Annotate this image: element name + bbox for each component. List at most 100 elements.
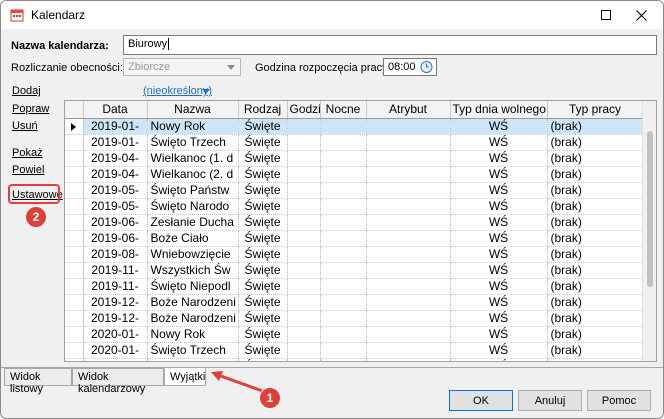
table-cell[interactable] xyxy=(366,118,451,135)
table-cell[interactable] xyxy=(287,118,321,135)
table-cell[interactable]: Święto Trzech xyxy=(147,342,239,359)
table-cell[interactable]: Święte xyxy=(238,278,288,295)
column-header[interactable]: Rodzaj xyxy=(238,101,288,119)
table-cell[interactable]: (brak) xyxy=(547,134,644,151)
table-cell[interactable] xyxy=(320,294,367,311)
table-cell[interactable]: Święte xyxy=(238,326,288,343)
table-cell[interactable]: (brak) xyxy=(547,310,644,327)
table-cell[interactable]: Nowy Rok xyxy=(147,118,239,135)
table-row[interactable]: 2019-06- Boże Ciało Święte WŚ (brak) xyxy=(65,230,644,247)
table-cell[interactable] xyxy=(320,358,367,361)
table-cell[interactable] xyxy=(366,150,451,167)
table-cell[interactable]: WŚ xyxy=(450,166,548,183)
table-cell[interactable]: Święte xyxy=(238,294,288,311)
table-cell[interactable] xyxy=(287,262,321,279)
table-cell[interactable]: Boże Ciało xyxy=(147,230,239,247)
exceptions-grid[interactable]: Data Nazwa Rodzaj Godzi Nocne Atrybut Ty… xyxy=(64,100,657,362)
table-cell[interactable]: 2019-06- xyxy=(83,214,148,231)
row-selector[interactable] xyxy=(65,118,84,135)
column-header[interactable]: Nocne xyxy=(320,101,367,119)
table-cell[interactable] xyxy=(287,166,321,183)
table-row[interactable]: 2019-08- Wniebowzięcie Święte WŚ (brak) xyxy=(65,246,644,263)
edit-link[interactable]: Popraw xyxy=(12,103,49,115)
row-selector[interactable] xyxy=(65,198,84,215)
table-cell[interactable]: (brak) xyxy=(547,326,644,343)
table-cell[interactable]: WŚ xyxy=(450,326,548,343)
row-selector[interactable] xyxy=(65,294,84,311)
table-cell[interactable]: (brak) xyxy=(547,278,644,295)
table-cell[interactable]: 2020-01- xyxy=(83,326,148,343)
table-cell[interactable]: WŚ xyxy=(450,246,548,263)
table-cell[interactable] xyxy=(320,326,367,343)
ok-button[interactable]: OK xyxy=(449,390,513,411)
table-cell[interactable] xyxy=(320,342,367,359)
table-cell[interactable] xyxy=(366,310,451,327)
table-cell[interactable] xyxy=(366,214,451,231)
table-cell[interactable]: Święto Trzech xyxy=(147,134,239,151)
table-cell[interactable]: 2019-06- xyxy=(83,230,148,247)
table-cell[interactable]: Święte xyxy=(238,214,288,231)
table-cell[interactable]: (brak) xyxy=(547,342,644,359)
cancel-button[interactable]: Anuluj xyxy=(518,390,582,411)
table-cell[interactable]: Święto Narodo xyxy=(147,198,239,215)
table-cell[interactable]: 2019-11- xyxy=(83,262,148,279)
table-cell[interactable] xyxy=(287,134,321,151)
table-row[interactable]: 2020-04-Wielkanoc (1. dŚwięte WŚ(brak) xyxy=(65,358,644,361)
table-cell[interactable] xyxy=(287,150,321,167)
maximize-button[interactable] xyxy=(592,4,620,26)
table-cell[interactable] xyxy=(320,262,367,279)
table-cell[interactable]: Nowy Rok xyxy=(147,326,239,343)
column-header[interactable]: Nazwa xyxy=(147,101,239,119)
table-cell[interactable]: (brak) xyxy=(547,198,644,215)
table-cell[interactable]: Święte xyxy=(238,262,288,279)
table-row[interactable]: 2019-01- Nowy Rok Święte WŚ (brak) xyxy=(65,118,644,135)
table-cell[interactable] xyxy=(287,278,321,295)
column-header[interactable]: Data xyxy=(83,101,148,119)
table-row[interactable]: 2019-06- Zesłanie Ducha Święte WŚ (brak) xyxy=(65,214,644,231)
table-cell[interactable]: Święte xyxy=(238,118,288,135)
table-cell[interactable] xyxy=(287,182,321,199)
table-cell[interactable]: Święte xyxy=(238,358,288,361)
table-cell[interactable] xyxy=(320,230,367,247)
table-cell[interactable]: 2019-05- xyxy=(83,182,148,199)
table-cell[interactable] xyxy=(366,198,451,215)
table-cell[interactable]: WŚ xyxy=(450,150,548,167)
row-selector[interactable] xyxy=(65,134,84,151)
row-selector[interactable] xyxy=(65,214,84,231)
close-button[interactable] xyxy=(627,4,655,26)
table-cell[interactable]: Święto Państw xyxy=(147,182,239,199)
table-cell[interactable]: 2020-04- xyxy=(83,358,148,361)
table-cell[interactable]: Święto Niepodl xyxy=(147,278,239,295)
table-cell[interactable]: Wielkanoc (1. d xyxy=(147,358,239,361)
row-selector[interactable] xyxy=(65,150,84,167)
vertical-scrollbar[interactable] xyxy=(642,101,656,361)
table-cell[interactable] xyxy=(287,342,321,359)
table-cell[interactable]: (brak) xyxy=(547,150,644,167)
table-cell[interactable]: (brak) xyxy=(547,262,644,279)
table-cell[interactable]: Święte xyxy=(238,134,288,151)
row-selector[interactable] xyxy=(65,310,84,327)
help-button[interactable]: Pomoc xyxy=(587,390,651,411)
delete-link[interactable]: Usuń xyxy=(12,120,38,132)
table-cell[interactable]: 2019-04- xyxy=(83,150,148,167)
row-selector[interactable] xyxy=(65,182,84,199)
table-row[interactable]: 2019-11- Święto Niepodl Święte WŚ (brak) xyxy=(65,278,644,295)
table-cell[interactable]: Wielkanoc (1. d xyxy=(147,150,239,167)
table-cell[interactable] xyxy=(366,182,451,199)
table-cell[interactable] xyxy=(320,182,367,199)
row-selector[interactable] xyxy=(65,326,84,343)
row-selector[interactable] xyxy=(65,342,84,359)
table-cell[interactable]: 2019-08- xyxy=(83,246,148,263)
table-cell[interactable]: WŚ xyxy=(450,358,548,361)
row-selector[interactable] xyxy=(65,278,84,295)
table-cell[interactable] xyxy=(320,150,367,167)
table-cell[interactable] xyxy=(366,134,451,151)
table-cell[interactable] xyxy=(320,134,367,151)
table-row[interactable]: 2019-11- Wszystkich Św Święte WŚ (brak) xyxy=(65,262,644,279)
row-selector[interactable] xyxy=(65,246,84,263)
table-cell[interactable] xyxy=(287,310,321,327)
table-cell[interactable] xyxy=(320,310,367,327)
show-link[interactable]: Pokaż xyxy=(12,147,43,159)
table-cell[interactable] xyxy=(287,294,321,311)
table-cell[interactable]: WŚ xyxy=(450,342,548,359)
